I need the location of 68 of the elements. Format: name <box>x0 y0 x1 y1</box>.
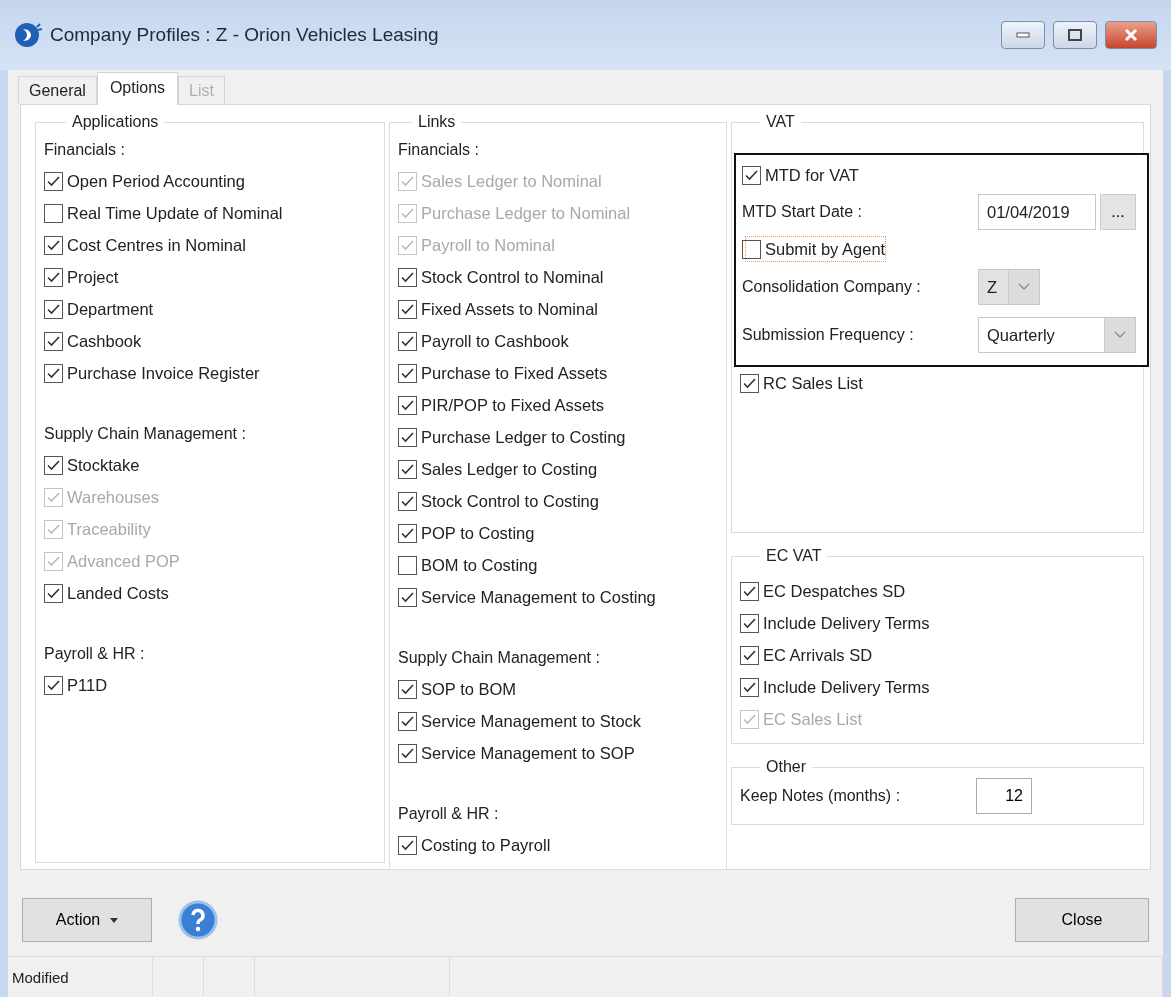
checkbox[interactable]: Include Delivery Terms <box>740 671 930 703</box>
checkbox[interactable]: SOP to BOM <box>398 673 517 705</box>
status-text: Modified <box>8 957 153 997</box>
checkbox[interactable]: Cashbook <box>44 325 142 357</box>
section-heading: Payroll & HR : <box>398 804 500 824</box>
close-icon <box>1124 28 1138 42</box>
dropdown[interactable]: Quarterly <box>978 317 1136 353</box>
field-label: MTD Start Date : <box>742 203 864 221</box>
close-window-button[interactable] <box>1105 21 1157 49</box>
group-title: VAT <box>765 113 796 131</box>
checkbox[interactable]: Real Time Update of Nominal <box>44 197 283 229</box>
checkbox[interactable]: EC Arrivals SD <box>740 639 873 671</box>
checkbox[interactable]: Payroll to Cashbook <box>398 325 569 357</box>
help-icon[interactable] <box>178 900 218 940</box>
caret-icon <box>1018 283 1030 291</box>
checkbox[interactable]: Service Management to SOP <box>398 737 635 769</box>
checkbox[interactable]: Stocktake <box>44 449 140 481</box>
checkbox[interactable]: Costing to Payroll <box>398 829 551 861</box>
group-title: Applications <box>71 113 160 131</box>
field-label: Submission Frequency : <box>742 326 915 344</box>
checkbox[interactable]: Sales Ledger to Costing <box>398 453 598 485</box>
checkbox[interactable]: Cost Centres in Nominal <box>44 229 246 261</box>
checkbox[interactable]: Project <box>44 261 119 293</box>
caret-icon <box>110 917 119 923</box>
section-heading: Supply Chain Management : <box>398 648 601 668</box>
maximize-icon <box>1068 29 1082 41</box>
window-title: Company Profiles : Z - Orion Vehicles Leasing <box>50 24 440 46</box>
browse-button[interactable]: ... <box>1100 194 1136 230</box>
checkbox[interactable]: RC Sales List <box>740 367 863 399</box>
checkbox[interactable]: PIR/POP to Fixed Assets <box>398 389 605 421</box>
checkbox[interactable]: Service Management to Costing <box>398 581 656 613</box>
minimize-button[interactable] <box>1001 21 1045 49</box>
months-input[interactable]: 12 <box>976 778 1032 814</box>
checkbox[interactable]: Purchase to Fixed Assets <box>398 357 608 389</box>
minimize-icon <box>1016 32 1030 38</box>
group-title: EC VAT <box>765 547 823 565</box>
app-logo-icon <box>14 21 42 49</box>
checkbox[interactable]: Fixed Assets to Nominal <box>398 293 598 325</box>
tab[interactable]: General <box>18 76 97 104</box>
checkbox[interactable]: Open Period Accounting <box>44 165 245 197</box>
checkbox[interactable]: Include Delivery Terms <box>740 607 930 639</box>
checkbox[interactable]: Purchase Ledger to Costing <box>398 421 626 453</box>
checkbox[interactable]: P11D <box>44 669 108 701</box>
group-title: Links <box>417 113 457 131</box>
checkbox[interactable]: POP to Costing <box>398 517 535 549</box>
checkbox[interactable]: Purchase Invoice Register <box>44 357 260 389</box>
date-field[interactable]: 01/04/2019 <box>978 194 1096 230</box>
field-label: Keep Notes (months) : <box>740 787 902 805</box>
section-heading: Supply Chain Management : <box>44 424 247 444</box>
checkbox[interactable]: EC Despatches SD <box>740 575 906 607</box>
checkbox[interactable]: MTD for VAT <box>742 159 859 191</box>
group-title: Other <box>765 758 807 776</box>
checkbox[interactable]: Service Management to Stock <box>398 705 642 737</box>
caret-icon <box>1114 331 1126 339</box>
checkbox[interactable]: Stock Control to Nominal <box>398 261 604 293</box>
section-heading: Financials : <box>44 140 126 160</box>
section-heading: Financials : <box>398 140 480 160</box>
checkbox[interactable]: Department <box>44 293 154 325</box>
field-label: Consolidation Company : <box>742 278 922 296</box>
checkbox[interactable]: Submit by Agent <box>742 233 890 265</box>
checkbox[interactable]: BOM to Costing <box>398 549 538 581</box>
tab[interactable]: Options <box>96 72 179 105</box>
maximize-button[interactable] <box>1053 21 1097 49</box>
checkbox[interactable]: Stock Control to Costing <box>398 485 599 517</box>
action-button[interactable]: Action <box>22 898 152 942</box>
close-button[interactable]: Close <box>1015 898 1149 942</box>
section-heading: Payroll & HR : <box>44 644 146 664</box>
checkbox[interactable]: Landed Costs <box>44 577 169 609</box>
